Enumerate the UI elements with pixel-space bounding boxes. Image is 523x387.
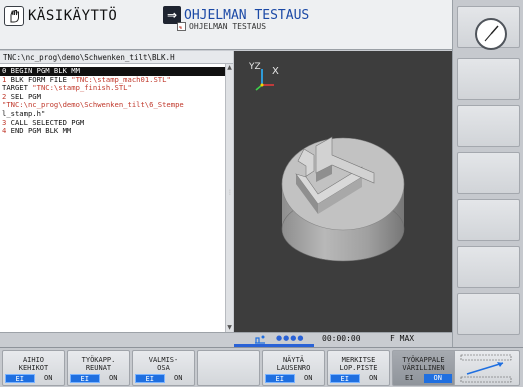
softkey-switch-icon bbox=[460, 354, 512, 383]
program-listing[interactable]: 0 BEGIN PGM BLK MM 1 BLK FORM FILE "TNC:\… bbox=[0, 64, 225, 332]
on-off-toggle[interactable]: EI ON bbox=[70, 374, 127, 383]
program-file-icon bbox=[177, 22, 186, 31]
tool-icon bbox=[255, 335, 265, 344]
toggle-on-option[interactable]: ON bbox=[295, 374, 323, 383]
toggle-on-option[interactable]: ON bbox=[100, 374, 128, 383]
softkey-label-line1: VALMIS- bbox=[148, 356, 179, 364]
line-string: "TNC:\stamp_finish.STL" bbox=[32, 83, 132, 93]
right-softkey-3[interactable] bbox=[457, 105, 520, 147]
softkey-valmis[interactable]: VALMIS- OSA EI ON bbox=[132, 350, 195, 386]
bottom-softkey-bar: AIHIO KEHIKOT EI ON TYÖKAPP. REUNAT EI ON VALMIS… bbox=[0, 347, 523, 387]
softkey-näytä[interactable]: NÄYTÄ LAUSENRO EI ON bbox=[262, 350, 325, 386]
softkey-label-line2: VÄRILLINEN bbox=[402, 364, 445, 372]
hand-icon bbox=[4, 6, 24, 26]
program-path: TNC:\nc_prog\demo\Schwenken_tilt\BLK.H bbox=[0, 51, 233, 64]
on-off-toggle[interactable]: EI ON bbox=[135, 374, 192, 383]
softkey-label-line1: TYÖKAPP. bbox=[81, 356, 116, 364]
on-off-toggle[interactable]: EI ON bbox=[395, 374, 452, 383]
feed-rate: F MAX bbox=[390, 334, 415, 343]
programming-mode-sub: OHJELMAN TESTAUS bbox=[189, 22, 267, 31]
workpiece-model bbox=[281, 136, 405, 262]
toggle-on-option[interactable]: ON bbox=[35, 374, 63, 383]
softkey-työkappale[interactable]: TYÖKAPPALE VÄRILLINEN EI ON bbox=[392, 350, 455, 386]
program-line[interactable]: 4 END PGM BLK MM bbox=[0, 126, 225, 136]
right-softkey-4[interactable] bbox=[457, 152, 520, 194]
run-time: 00:00:00 bbox=[322, 334, 361, 343]
toggle-off-option[interactable]: EI bbox=[70, 374, 100, 383]
clock-softkey[interactable] bbox=[457, 6, 520, 50]
toggle-on-option[interactable]: ON bbox=[423, 374, 452, 383]
softkey-label-line1: TYÖKAPPALE bbox=[402, 356, 445, 364]
softkey-row-switch[interactable] bbox=[452, 350, 520, 386]
right-softkey-7[interactable] bbox=[457, 293, 520, 335]
program-scrollbar[interactable]: ▲ ⋮ ▼ bbox=[225, 64, 233, 332]
softkey-label-line2: KEHIKOT bbox=[18, 364, 49, 372]
clock-icon bbox=[475, 18, 507, 50]
scroll-down-icon[interactable]: ▼ bbox=[226, 324, 233, 332]
on-off-toggle[interactable]: EI ON bbox=[330, 374, 387, 383]
softkey-label-line1: NÄYTÄ bbox=[282, 356, 305, 364]
right-softkey-5[interactable] bbox=[457, 199, 520, 241]
on-off-toggle[interactable]: EI ON bbox=[5, 374, 62, 383]
softkey-label-line2: LAUSENRO bbox=[276, 364, 311, 372]
toggle-on-option[interactable]: ON bbox=[165, 374, 193, 383]
machine-mode-label: KÄSIKÄYTTÖ bbox=[28, 8, 118, 24]
softkey-label-line2: OSA bbox=[157, 364, 170, 372]
softkey-empty[interactable] bbox=[197, 350, 260, 386]
scroll-grip-icon[interactable]: ⋮ bbox=[227, 189, 233, 199]
right-softkey-2[interactable] bbox=[457, 58, 520, 100]
right-softkey-6[interactable] bbox=[457, 246, 520, 288]
on-off-toggle[interactable]: EI ON bbox=[265, 374, 322, 383]
toggle-off-option[interactable]: EI bbox=[5, 374, 35, 383]
simulation-graphic[interactable]: YZ X bbox=[234, 51, 452, 332]
progress-dots-icon: ●●●● bbox=[276, 334, 305, 342]
machine-mode[interactable]: KÄSIKÄYTTÖ bbox=[4, 6, 117, 26]
softkey-label-line1: MERKITSE bbox=[341, 356, 376, 364]
programming-mode[interactable]: ⇒ OHJELMAN TESTAUS OHJELMAN TESTAUS bbox=[163, 6, 309, 31]
softkey-label-line1: AIHIO bbox=[22, 356, 45, 364]
toggle-off-option[interactable]: EI bbox=[265, 374, 295, 383]
softkey-merkitse[interactable]: MERKITSE LOP.PISTE EI ON bbox=[327, 350, 390, 386]
programming-mode-title: OHJELMAN TESTAUS bbox=[184, 7, 310, 23]
scroll-up-icon[interactable]: ▲ bbox=[226, 64, 233, 72]
toggle-off-option[interactable]: EI bbox=[330, 374, 360, 383]
softkey-label-line2: REUNAT bbox=[85, 364, 112, 372]
line-text: END PGM BLK MM bbox=[6, 126, 72, 136]
status-bar: ●●●● 00:00:00 F MAX ? bbox=[0, 332, 519, 347]
softkey-label-line2: LOP.PISTE bbox=[339, 364, 378, 372]
toggle-off-option[interactable]: EI bbox=[135, 374, 165, 383]
softkey-työkapp[interactable]: TYÖKAPP. REUNAT EI ON bbox=[67, 350, 130, 386]
toggle-off-option[interactable]: EI bbox=[395, 374, 424, 383]
toggle-on-option[interactable]: ON bbox=[360, 374, 388, 383]
right-softkey-bar bbox=[452, 0, 523, 347]
operating-mode-header: KÄSIKÄYTTÖ ⇒ OHJELMAN TESTAUS OHJELMAN T… bbox=[0, 0, 452, 50]
softkey-aihio[interactable]: AIHIO KEHIKOT EI ON bbox=[2, 350, 65, 386]
